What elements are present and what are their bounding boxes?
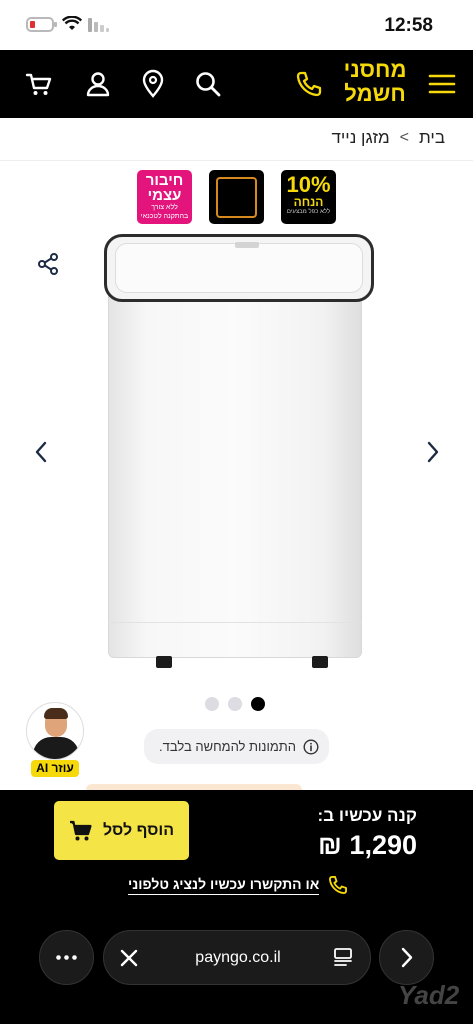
battery-icon — [26, 17, 57, 32]
breadcrumb-home[interactable]: בית — [419, 128, 445, 148]
brand-logo[interactable]: מחסני חשמל — [340, 58, 410, 112]
info-icon — [303, 738, 319, 755]
reader-mode-icon[interactable] — [332, 947, 354, 969]
phone-icon[interactable] — [294, 69, 324, 99]
call-agent-text: או התקשרו עכשיו לנציג טלפוני — [128, 876, 320, 895]
discount-label: הנחה — [293, 195, 324, 209]
discount-badge: 10% הנחה ללא כפל מבצעים — [281, 170, 336, 224]
more-options-button[interactable] — [39, 930, 94, 985]
search-icon[interactable] — [193, 69, 223, 99]
breadcrumb: בית > מזגן נייד — [331, 128, 445, 148]
address-bar[interactable]: payngo.co.il — [103, 930, 371, 985]
carousel-dot-active[interactable] — [251, 697, 265, 711]
carousel-dots — [205, 697, 269, 711]
carousel-dot[interactable] — [205, 697, 219, 711]
cart-icon — [69, 820, 92, 840]
carousel-dot[interactable] — [228, 697, 242, 711]
location-icon[interactable] — [138, 69, 168, 99]
status-time: 12:58 — [384, 15, 433, 36]
chevron-left-icon[interactable] — [32, 440, 50, 464]
chevron-right-icon — [401, 947, 413, 968]
disclaimer-text: התמונות להמחשה בלבד. — [159, 739, 296, 754]
discount-percent: 10% — [286, 172, 331, 197]
self-connect-badge: חיבור עצמי ללא צורך בהתקנה לטכנאי — [137, 170, 192, 224]
feature-badge — [209, 170, 264, 224]
buy-now-label: קנה עכשיו ב: — [317, 806, 417, 825]
forward-button[interactable] — [379, 930, 434, 985]
site-header: מחסני חשמל — [0, 50, 473, 118]
status-bar: 12:58 — [0, 0, 473, 50]
menu-icon[interactable] — [427, 69, 457, 99]
ai-assistant-label: עוזר AI — [31, 760, 79, 777]
ai-avatar — [26, 702, 84, 760]
cart-icon[interactable] — [24, 69, 54, 99]
product-price: 1,290 ₪ — [318, 830, 417, 860]
user-icon[interactable] — [83, 69, 113, 99]
product-image[interactable] — [104, 232, 374, 670]
breadcrumb-current[interactable]: מזגן נייד — [331, 128, 389, 148]
image-disclaimer: התמונות להמחשה בלבד. — [144, 729, 329, 764]
discount-note: ללא כפל מבצעים — [286, 209, 331, 215]
wifi-icon — [62, 16, 82, 30]
chevron-left-icon: > — [399, 129, 409, 146]
signal-icon — [88, 18, 109, 32]
watermark: Yad2 — [398, 980, 460, 1010]
ai-assistant-button[interactable]: עוזר AI — [24, 702, 86, 778]
call-agent-link[interactable]: או התקשרו עכשיו לנציג טלפוני — [128, 874, 349, 896]
divider — [0, 160, 473, 161]
share-icon[interactable] — [36, 252, 60, 276]
phone-icon — [329, 876, 348, 894]
add-to-cart-label: הוסף לסל — [102, 821, 175, 839]
more-dots-icon — [56, 955, 77, 960]
chevron-right-icon[interactable] — [424, 440, 442, 464]
add-to-cart-button[interactable]: הוסף לסל — [54, 801, 189, 860]
